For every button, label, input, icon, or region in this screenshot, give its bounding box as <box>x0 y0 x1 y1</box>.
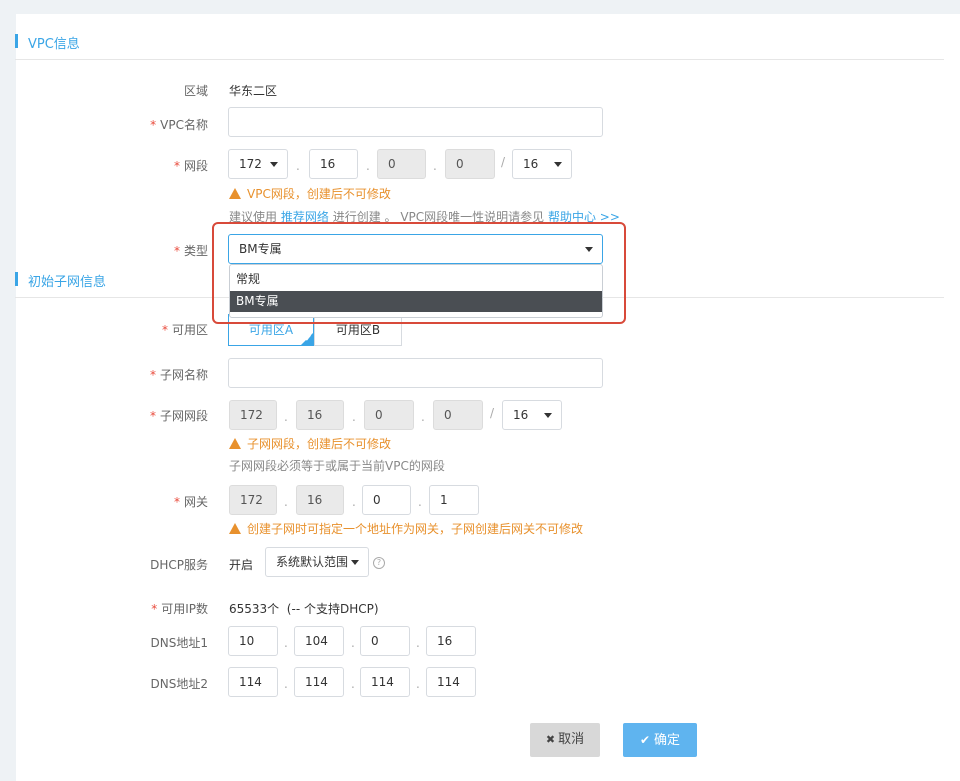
dhcp-label: DHCP服务 <box>150 558 208 572</box>
help-icon[interactable]: ? <box>373 557 385 569</box>
octet-separator: . <box>284 636 288 650</box>
octet-separator: . <box>284 410 288 424</box>
dns2-octet1-input[interactable]: 114 <box>228 667 278 697</box>
cancel-button[interactable]: ✖ 取消 <box>530 723 600 757</box>
ip-count-value: 65533个 (-- 个支持DHCP) <box>229 602 379 616</box>
dhcp-range-select[interactable]: 系统默认范围 <box>265 547 369 577</box>
octet-separator: . <box>433 159 437 173</box>
cidr-octet1-select[interactable]: 172 <box>228 149 288 179</box>
region-value: 华东二区 <box>229 84 278 98</box>
dns1-octet4-input[interactable]: 16 <box>426 626 476 656</box>
section-divider <box>15 59 944 60</box>
gateway-octet2-input: 16 <box>296 485 344 515</box>
highlight-box <box>212 222 626 324</box>
chevron-down-icon <box>270 162 278 167</box>
close-icon: ✖ <box>545 733 556 746</box>
octet-separator: . <box>296 159 300 173</box>
vpc-name-label: * VPC名称 <box>150 118 208 132</box>
gateway-octet3-input[interactable]: 0 <box>362 485 411 515</box>
check-icon: ✔ <box>304 334 312 344</box>
region-label: 区域 <box>183 84 208 98</box>
vpc-section-header: VPC信息 <box>15 20 944 60</box>
subnet-octet4-input: 0 <box>433 400 483 430</box>
cidr-label: * 网段 <box>173 159 208 173</box>
octet-separator: . <box>352 495 356 509</box>
section-accent-bar <box>15 34 18 48</box>
dns1-label: DNS地址1 <box>150 636 208 650</box>
vpc-name-input[interactable] <box>228 107 603 137</box>
cidr-warning: VPC网段，创建后不可修改 <box>229 185 391 202</box>
subnet-tip: 子网网段必须等于或属于当前VPC的网段 <box>229 459 445 473</box>
subnet-cidr-label: * 子网网段 <box>149 409 208 423</box>
dns1-octet1-input[interactable]: 10 <box>228 626 278 656</box>
warning-icon <box>229 438 241 449</box>
mask-separator: / <box>501 155 506 169</box>
subnet-name-input[interactable] <box>228 358 603 388</box>
dns1-octet3-input[interactable]: 0 <box>360 626 410 656</box>
gateway-label: * 网关 <box>173 495 208 509</box>
chevron-down-icon <box>351 560 359 565</box>
section-accent-bar <box>15 272 18 286</box>
octet-separator: . <box>351 677 355 691</box>
warning-icon <box>229 523 241 534</box>
confirm-button[interactable]: ✔ 确定 <box>623 723 697 757</box>
chevron-down-icon <box>554 162 562 167</box>
octet-separator: . <box>421 410 425 424</box>
octet-separator: . <box>366 159 370 173</box>
gateway-octet1-input: 172 <box>229 485 277 515</box>
cidr-octet3-input: 0 <box>377 149 426 179</box>
dns2-octet2-input[interactable]: 114 <box>294 667 344 697</box>
chevron-down-icon <box>544 413 552 418</box>
subnet-octet3-input: 0 <box>364 400 414 430</box>
subnet-mask-select[interactable]: 16 <box>502 400 562 430</box>
dns2-octet3-input[interactable]: 114 <box>360 667 410 697</box>
gateway-warning: 创建子网时可指定一个地址作为网关，子网创建后网关不可修改 <box>229 520 583 537</box>
subnet-octet1-input: 172 <box>229 400 277 430</box>
octet-separator: . <box>416 636 420 650</box>
dhcp-state: 开启 <box>229 558 254 572</box>
cidr-octet2-input[interactable]: 16 <box>309 149 358 179</box>
subnet-name-label: * 子网名称 <box>149 368 208 382</box>
dns1-octet2-input[interactable]: 104 <box>294 626 344 656</box>
type-label: * 类型 <box>173 244 208 258</box>
octet-separator: . <box>351 636 355 650</box>
zone-label: * 可用区 <box>161 323 208 337</box>
vpc-section-title: VPC信息 <box>28 37 80 52</box>
cidr-mask-select[interactable]: 16 <box>512 149 572 179</box>
dns2-label: DNS地址2 <box>150 677 208 691</box>
octet-separator: . <box>418 495 422 509</box>
cidr-octet4-input: 0 <box>445 149 495 179</box>
warning-icon <box>229 188 241 199</box>
dns2-octet4-input[interactable]: 114 <box>426 667 476 697</box>
subnet-section-title: 初始子网信息 <box>28 275 107 290</box>
octet-separator: . <box>284 495 288 509</box>
mask-separator: / <box>490 406 495 420</box>
octet-separator: . <box>352 410 356 424</box>
octet-separator: . <box>284 677 288 691</box>
check-icon: ✔ <box>639 733 651 747</box>
gateway-octet4-input[interactable]: 1 <box>429 485 479 515</box>
octet-separator: . <box>416 677 420 691</box>
subnet-octet2-input: 16 <box>296 400 344 430</box>
subnet-warning: 子网网段，创建后不可修改 <box>229 435 391 452</box>
ip-count-label: * 可用IP数 <box>151 602 208 616</box>
